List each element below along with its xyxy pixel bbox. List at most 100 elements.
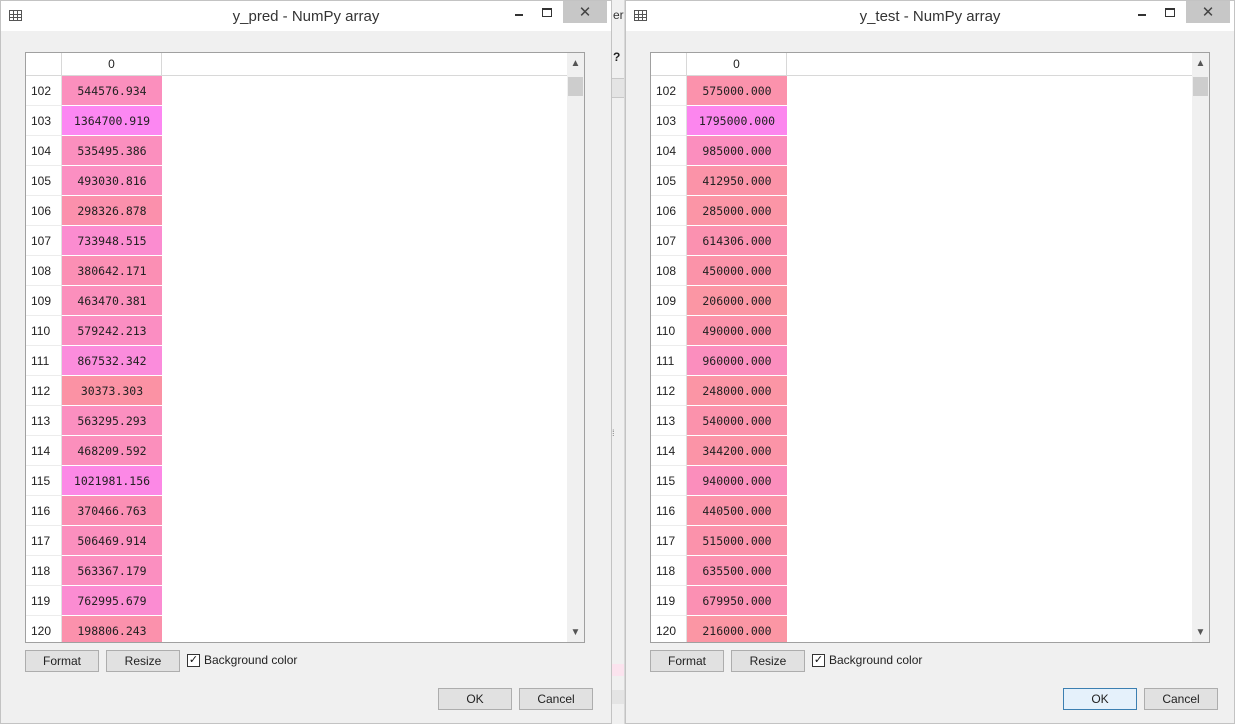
table-cell[interactable]: 940000.000	[687, 466, 787, 496]
vertical-scrollbar[interactable]: ▲ ▼	[567, 53, 584, 642]
row-index[interactable]: 119	[651, 586, 687, 616]
maximize-button[interactable]	[533, 1, 561, 23]
background-color-checkbox[interactable]: ✓	[812, 654, 825, 667]
table-row[interactable]: 118 635500.000	[651, 556, 1193, 586]
scroll-up-icon[interactable]: ▲	[567, 55, 584, 72]
table-cell[interactable]: 493030.816	[62, 166, 162, 196]
table-cell[interactable]: 575000.000	[687, 76, 787, 106]
resize-button[interactable]: Resize	[731, 650, 805, 672]
table-cell[interactable]: 216000.000	[687, 616, 787, 642]
table-cell[interactable]: 960000.000	[687, 346, 787, 376]
row-index[interactable]: 120	[651, 616, 687, 642]
table-cell[interactable]: 579242.213	[62, 316, 162, 346]
row-index[interactable]: 113	[651, 406, 687, 436]
row-index[interactable]: 104	[26, 136, 62, 166]
table-cell[interactable]: 206000.000	[687, 286, 787, 316]
row-index[interactable]: 103	[26, 106, 62, 136]
background-color-label[interactable]: Background color	[204, 653, 297, 667]
row-index[interactable]: 107	[651, 226, 687, 256]
row-index[interactable]: 102	[26, 76, 62, 106]
scrollbar-thumb[interactable]	[1193, 77, 1208, 96]
row-index[interactable]: 112	[26, 376, 62, 406]
cancel-button[interactable]: Cancel	[1144, 688, 1218, 710]
table-row[interactable]: 114 344200.000	[651, 436, 1193, 466]
row-index[interactable]: 105	[26, 166, 62, 196]
column-header-0[interactable]: 0	[62, 53, 162, 76]
table-row[interactable]: 103 1364700.919	[26, 106, 568, 136]
table-row[interactable]: 109 206000.000	[651, 286, 1193, 316]
table-row[interactable]: 109 463470.381	[26, 286, 568, 316]
table-cell[interactable]: 544576.934	[62, 76, 162, 106]
table-cell[interactable]: 614306.000	[687, 226, 787, 256]
background-color-label[interactable]: Background color	[829, 653, 922, 667]
row-index[interactable]: 114	[26, 436, 62, 466]
table-cell[interactable]: 344200.000	[687, 436, 787, 466]
table-row[interactable]: 107 614306.000	[651, 226, 1193, 256]
scrollbar-thumb[interactable]	[568, 77, 583, 96]
table-cell[interactable]: 563295.293	[62, 406, 162, 436]
row-index[interactable]: 110	[26, 316, 62, 346]
table-cell[interactable]: 285000.000	[687, 196, 787, 226]
format-button[interactable]: Format	[25, 650, 99, 672]
array-grid[interactable]: 0 102 544576.934 103 1364700.919 104 535495.3…	[25, 52, 585, 643]
row-index[interactable]: 119	[26, 586, 62, 616]
row-index[interactable]: 111	[26, 346, 62, 376]
format-button[interactable]: Format	[650, 650, 724, 672]
table-row[interactable]: 114 468209.592	[26, 436, 568, 466]
table-cell[interactable]: 30373.303	[62, 376, 162, 406]
table-row[interactable]: 120 216000.000	[651, 616, 1193, 642]
cancel-button[interactable]: Cancel	[519, 688, 593, 710]
row-index[interactable]: 103	[651, 106, 687, 136]
row-index[interactable]: 109	[26, 286, 62, 316]
table-cell[interactable]: 490000.000	[687, 316, 787, 346]
table-row[interactable]: 111 867532.342	[26, 346, 568, 376]
table-cell[interactable]: 535495.386	[62, 136, 162, 166]
array-grid[interactable]: 0 102 575000.000 103 1795000.000 104 985000.0…	[650, 52, 1210, 643]
table-row[interactable]: 106 285000.000	[651, 196, 1193, 226]
row-index[interactable]: 113	[26, 406, 62, 436]
close-button[interactable]: ✕	[1186, 1, 1230, 23]
row-index[interactable]: 104	[651, 136, 687, 166]
table-row[interactable]: 117 506469.914	[26, 526, 568, 556]
row-index[interactable]: 117	[651, 526, 687, 556]
table-cell[interactable]: 540000.000	[687, 406, 787, 436]
scroll-down-icon[interactable]: ▼	[1192, 624, 1209, 641]
title-bar[interactable]: y_test - NumPy array ✕	[626, 1, 1234, 31]
row-index[interactable]: 115	[26, 466, 62, 496]
table-row[interactable]: 115 940000.000	[651, 466, 1193, 496]
resize-button[interactable]: Resize	[106, 650, 180, 672]
table-cell[interactable]: 380642.171	[62, 256, 162, 286]
maximize-button[interactable]	[1156, 1, 1184, 23]
table-row[interactable]: 105 493030.816	[26, 166, 568, 196]
table-cell[interactable]: 867532.342	[62, 346, 162, 376]
table-row[interactable]: 110 579242.213	[26, 316, 568, 346]
table-row[interactable]: 120 198806.243	[26, 616, 568, 642]
table-cell[interactable]: 733948.515	[62, 226, 162, 256]
ok-button[interactable]: OK	[438, 688, 512, 710]
minimize-button[interactable]	[505, 1, 533, 23]
ok-button[interactable]: OK	[1063, 688, 1137, 710]
row-index[interactable]: 118	[26, 556, 62, 586]
table-cell[interactable]: 506469.914	[62, 526, 162, 556]
table-cell[interactable]: 412950.000	[687, 166, 787, 196]
row-index[interactable]: 106	[651, 196, 687, 226]
table-row[interactable]: 112 248000.000	[651, 376, 1193, 406]
table-row[interactable]: 104 535495.386	[26, 136, 568, 166]
row-index[interactable]: 108	[26, 256, 62, 286]
table-row[interactable]: 108 450000.000	[651, 256, 1193, 286]
splitter-handle[interactable]: ⁞	[612, 428, 615, 438]
table-row[interactable]: 115 1021981.156	[26, 466, 568, 496]
scroll-up-icon[interactable]: ▲	[1192, 55, 1209, 72]
table-cell[interactable]: 679950.000	[687, 586, 787, 616]
table-row[interactable]: 113 540000.000	[651, 406, 1193, 436]
table-row[interactable]: 111 960000.000	[651, 346, 1193, 376]
table-cell[interactable]: 1795000.000	[687, 106, 787, 136]
table-cell[interactable]: 370466.763	[62, 496, 162, 526]
table-cell[interactable]: 440500.000	[687, 496, 787, 526]
row-index[interactable]: 116	[651, 496, 687, 526]
table-row[interactable]: 105 412950.000	[651, 166, 1193, 196]
table-cell[interactable]: 515000.000	[687, 526, 787, 556]
row-index[interactable]: 109	[651, 286, 687, 316]
table-row[interactable]: 112 30373.303	[26, 376, 568, 406]
row-index[interactable]: 117	[26, 526, 62, 556]
